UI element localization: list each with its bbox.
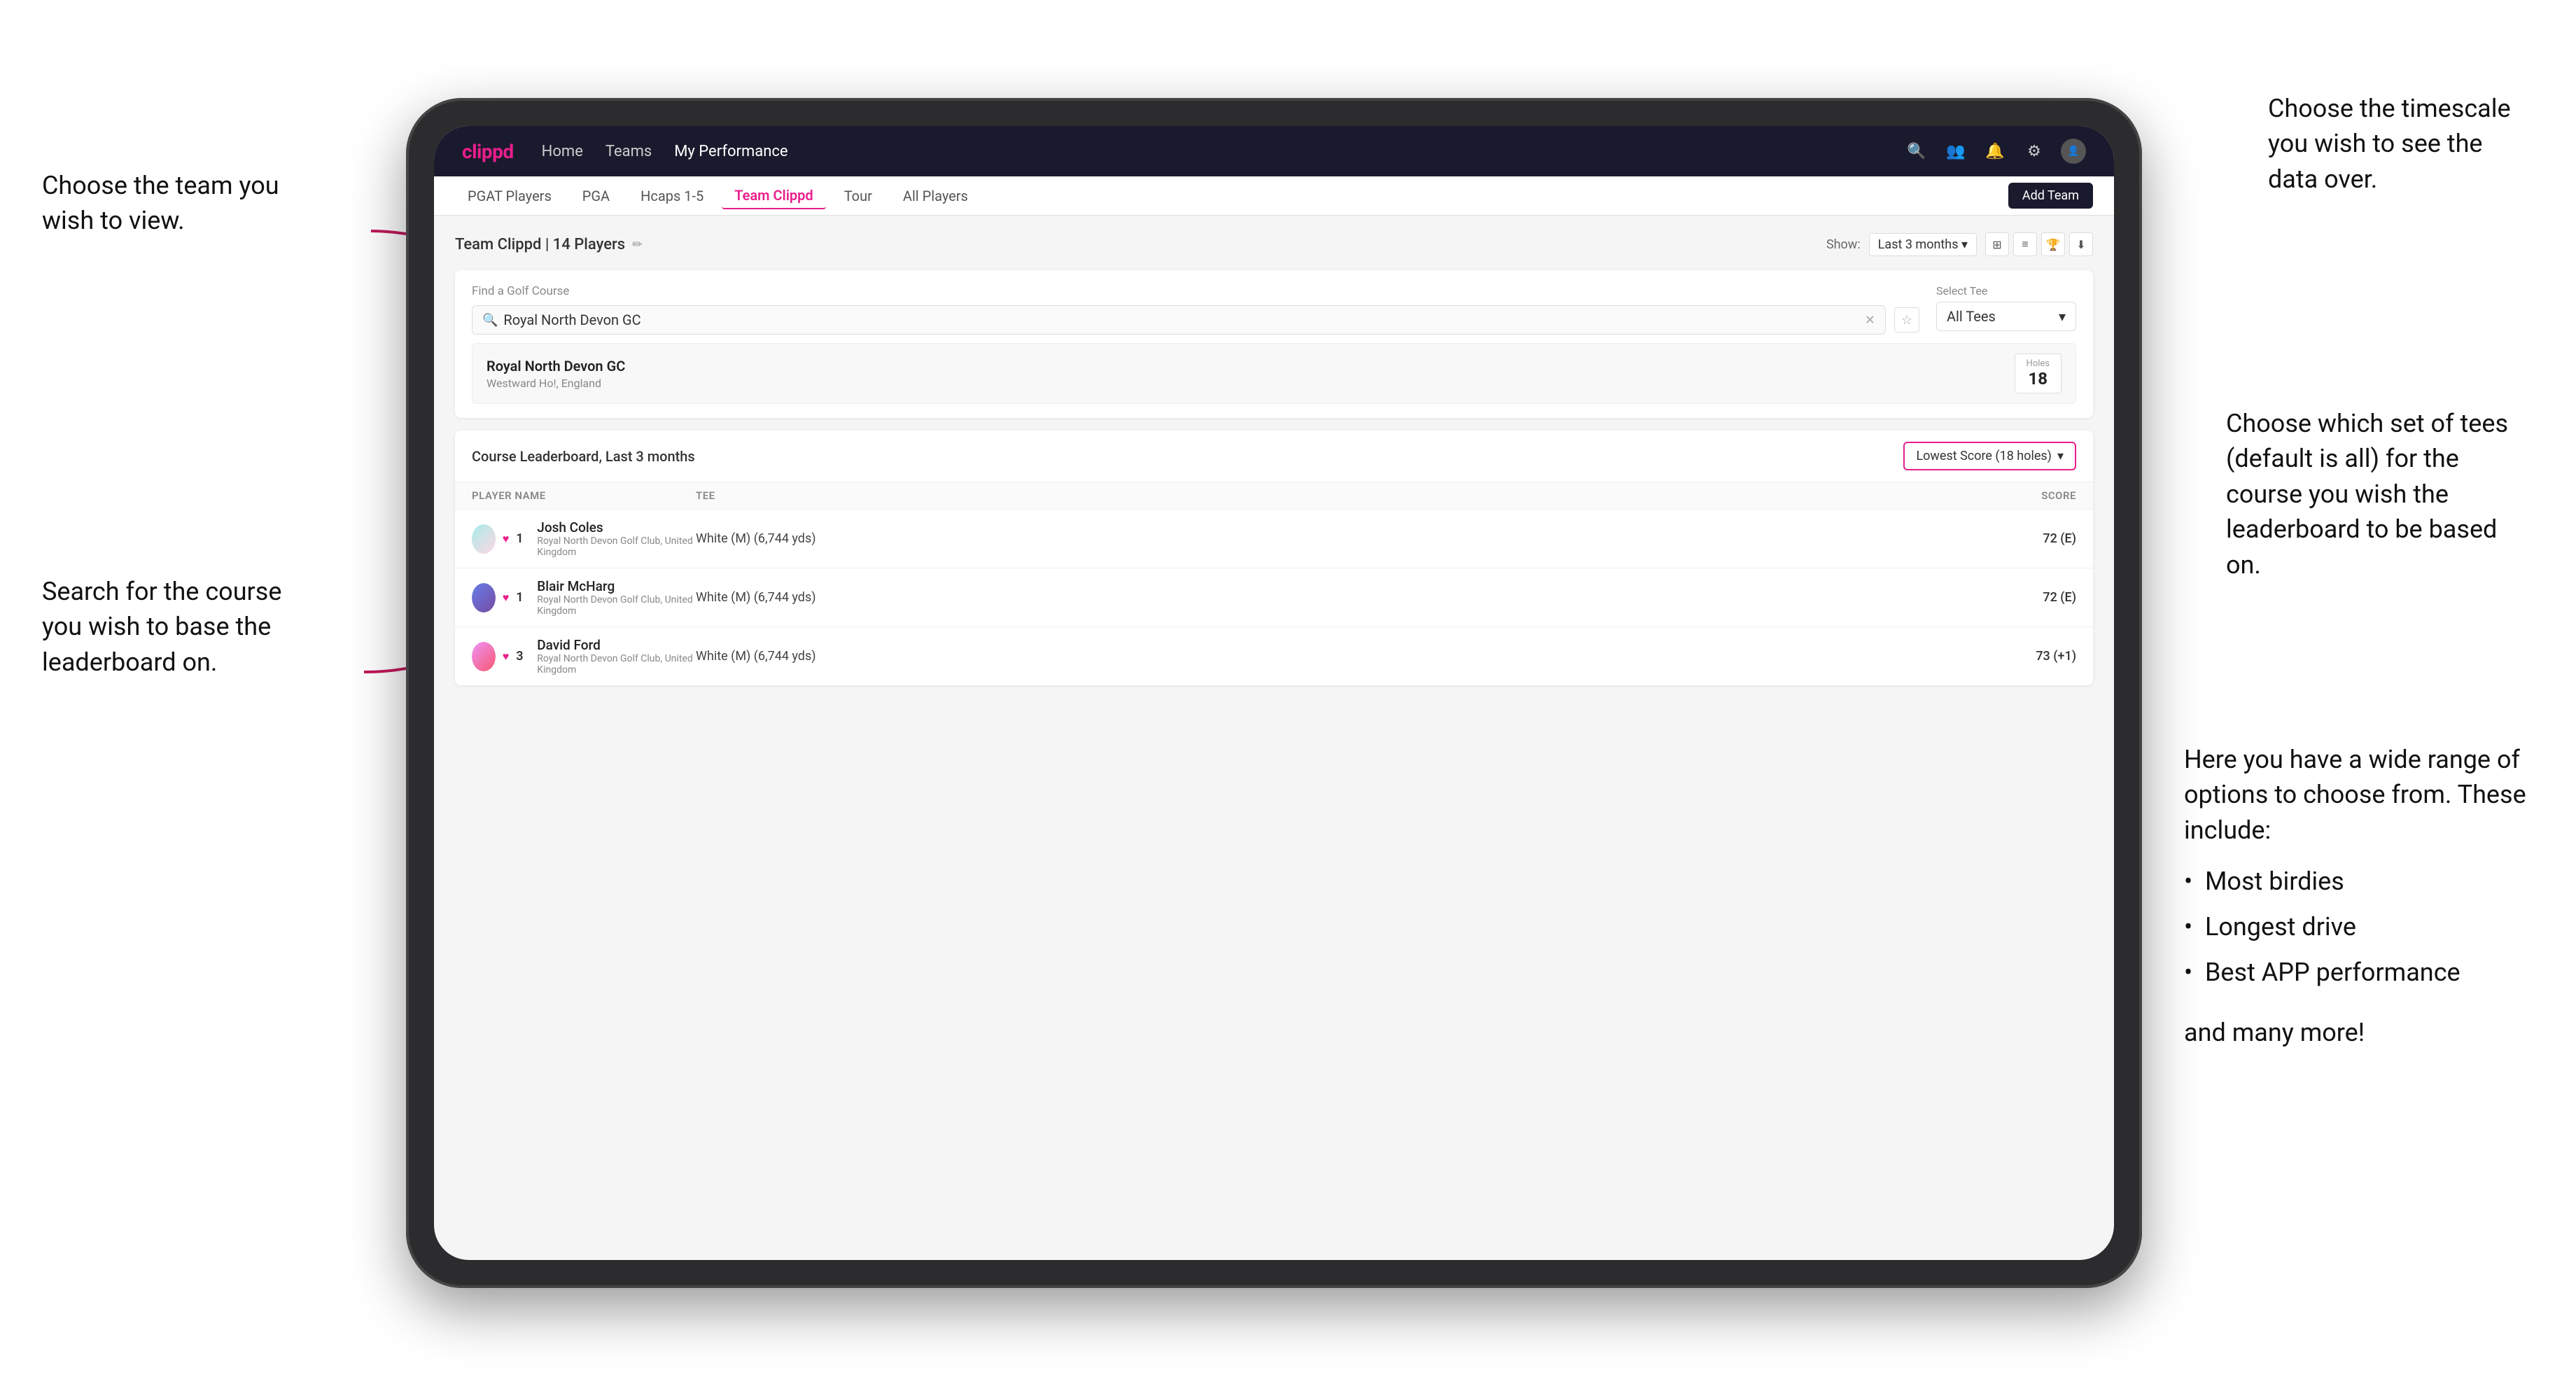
table-header-row: PLAYER NAME TEE SCORE — [455, 482, 2093, 510]
rank-1: 1 — [516, 531, 530, 546]
leaderboard-header-right: Lowest Score (18 holes) ▾ — [1903, 442, 2076, 470]
avatar-2 — [472, 583, 496, 612]
player-club-1: Royal North Devon Golf Club, United King… — [537, 536, 696, 558]
brand-logo: clippd — [462, 140, 514, 163]
nav-teams[interactable]: Teams — [606, 143, 652, 160]
col-player: PLAYER NAME — [472, 489, 696, 502]
favorite-button[interactable]: ☆ — [1894, 307, 1919, 332]
player-club-3: Royal North Devon Golf Club, United King… — [537, 653, 696, 676]
col-tee: TEE — [696, 489, 1782, 502]
tee-cell-3: White (M) (6,744 yds) — [696, 649, 1782, 664]
team-header: Team Clippd | 14 Players ✏ Show: Last 3 … — [455, 232, 2093, 256]
holes-label: Holes — [2026, 358, 2050, 369]
tab-tour[interactable]: Tour — [832, 183, 885, 209]
annotation-bottom-right: Here you have a wide range of options to… — [2184, 742, 2534, 1050]
annotation-top-right: Choose the timescale you wish to see the… — [2268, 91, 2534, 197]
annotation-top-left: Choose the team you wish to view. — [42, 168, 308, 239]
edit-icon[interactable]: ✏ — [632, 237, 643, 252]
people-icon[interactable]: 👥 — [1943, 139, 1968, 164]
score-cell-3: 73 (+1) — [1950, 649, 2076, 664]
show-label: Show: — [1826, 237, 1861, 252]
tab-all-players[interactable]: All Players — [890, 183, 981, 209]
search-icon[interactable]: 🔍 — [1904, 139, 1929, 164]
trophy-icon-btn[interactable]: 🏆 — [2041, 232, 2065, 256]
tee-section: Select Tee All Tees ▾ — [1936, 284, 2076, 331]
player-name-1: Josh Coles — [537, 519, 696, 536]
search-input-text: Royal North Devon GC — [503, 312, 1858, 328]
heart-icon-1[interactable]: ♥ — [503, 532, 510, 546]
and-more-text: and many more! — [2184, 1015, 2534, 1050]
view-icons: ⊞ ≡ 🏆 ⬇ — [1985, 232, 2093, 256]
option-drive: Longest drive — [2184, 904, 2534, 950]
annotation-middle-left: Search for the course you wish to base t… — [42, 574, 308, 680]
avatar-1 — [472, 524, 496, 554]
search-row: 🔍 Royal North Devon GC ✕ ☆ — [472, 305, 1919, 335]
score-cell-1: 72 (E) — [1950, 531, 2076, 546]
tee-cell-2: White (M) (6,744 yds) — [696, 590, 1782, 605]
find-course-label: Find a Golf Course — [472, 284, 1919, 298]
tee-cell-1: White (M) (6,744 yds) — [696, 531, 1782, 546]
table-row: ♥ 1 Blair McHarg Royal North Devon Golf … — [455, 568, 2093, 627]
player-name-2: Blair McHarg — [537, 578, 696, 594]
main-content: Team Clippd | 14 Players ✏ Show: Last 3 … — [434, 216, 2114, 702]
search-card: Find a Golf Course 🔍 Royal North Devon G… — [455, 270, 2093, 418]
player-cell-1: ♥ 1 Josh Coles Royal North Devon Golf Cl… — [472, 519, 696, 558]
nav-home[interactable]: Home — [542, 143, 583, 160]
course-name: Royal North Devon GC — [486, 358, 625, 374]
navbar-links: Home Teams My Performance — [542, 143, 1876, 160]
team-title: Team Clippd | 14 Players — [455, 236, 625, 253]
user-avatar[interactable]: 👤 — [2061, 139, 2086, 164]
leaderboard-card: Course Leaderboard, Last 3 months Lowest… — [455, 430, 2093, 685]
score-cell-2: 72 (E) — [1950, 590, 2076, 605]
holes-box: Holes 18 — [2015, 354, 2062, 393]
table-view-btn[interactable]: ≡ — [2013, 232, 2037, 256]
player-club-2: Royal North Devon Golf Club, United King… — [537, 594, 696, 617]
download-btn[interactable]: ⬇ — [2069, 232, 2093, 256]
grid-view-btn[interactable]: ⊞ — [1985, 232, 2009, 256]
search-icon-sm: 🔍 — [482, 313, 498, 328]
course-result: Royal North Devon GC Westward Ho!, Engla… — [472, 343, 2076, 404]
navbar: clippd Home Teams My Performance 🔍 👥 🔔 ⚙… — [434, 126, 2114, 176]
settings-icon[interactable]: ⚙ — [2022, 139, 2047, 164]
score-type-dropdown[interactable]: Lowest Score (18 holes) ▾ — [1903, 442, 2076, 470]
tee-dropdown[interactable]: All Tees ▾ — [1936, 302, 2076, 331]
holes-number: 18 — [2026, 369, 2050, 388]
rank-2: 1 — [516, 590, 530, 605]
annotation-right-middle: Choose which set of tees (default is all… — [2226, 406, 2534, 582]
table-row: ♥ 1 Josh Coles Royal North Devon Golf Cl… — [455, 510, 2093, 568]
tab-pga[interactable]: PGA — [570, 183, 622, 209]
options-list: Most birdies Longest drive Best APP perf… — [2184, 859, 2534, 995]
rank-3: 3 — [516, 649, 530, 664]
team-header-right: Show: Last 3 months ▾ ⊞ ≡ 🏆 ⬇ — [1826, 232, 2093, 256]
show-dropdown[interactable]: Last 3 months ▾ — [1869, 233, 1977, 256]
course-location: Westward Ho!, England — [486, 377, 625, 390]
option-birdies: Most birdies — [2184, 859, 2534, 904]
tablet-frame: clippd Home Teams My Performance 🔍 👥 🔔 ⚙… — [406, 98, 2142, 1288]
player-name-3: David Ford — [537, 637, 696, 653]
navbar-icons: 🔍 👥 🔔 ⚙ 👤 — [1904, 139, 2086, 164]
avatar-3 — [472, 642, 496, 671]
clear-button[interactable]: ✕ — [1865, 313, 1875, 328]
subnav: PGAT Players PGA Hcaps 1-5 Team Clippd T… — [434, 176, 2114, 216]
add-team-button[interactable]: Add Team — [2008, 183, 2093, 209]
leaderboard-title: Course Leaderboard, Last 3 months — [472, 448, 695, 465]
leaderboard-header: Course Leaderboard, Last 3 months Lowest… — [455, 430, 2093, 482]
option-app: Best APP performance — [2184, 950, 2534, 995]
player-cell-3: ♥ 3 David Ford Royal North Devon Golf Cl… — [472, 637, 696, 676]
tab-pgat-players[interactable]: PGAT Players — [455, 183, 564, 209]
bell-icon[interactable]: 🔔 — [1982, 139, 2008, 164]
col-score: SCORE — [1950, 489, 2076, 502]
nav-my-performance[interactable]: My Performance — [674, 143, 788, 160]
search-input-wrap[interactable]: 🔍 Royal North Devon GC ✕ — [472, 305, 1886, 335]
tablet-screen: clippd Home Teams My Performance 🔍 👥 🔔 ⚙… — [434, 126, 2114, 1260]
player-cell-2: ♥ 1 Blair McHarg Royal North Devon Golf … — [472, 578, 696, 617]
heart-icon-2[interactable]: ♥ — [503, 591, 510, 605]
tab-team-clippd[interactable]: Team Clippd — [722, 183, 825, 209]
table-row: ♥ 3 David Ford Royal North Devon Golf Cl… — [455, 627, 2093, 685]
tab-hcaps[interactable]: Hcaps 1-5 — [628, 183, 716, 209]
heart-icon-3[interactable]: ♥ — [503, 650, 510, 664]
tee-label: Select Tee — [1936, 284, 2076, 298]
